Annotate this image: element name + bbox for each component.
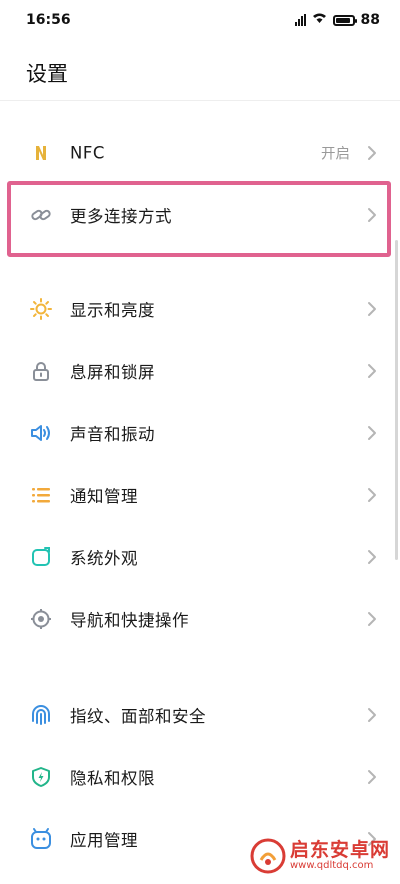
settings-item-label: NFC (70, 143, 105, 163)
settings-item-privacy-permissions[interactable]: 隐私和权限 (0, 746, 400, 808)
settings-item-label: 指纹、面部和安全 (70, 707, 206, 726)
speaker-icon (28, 420, 54, 446)
watermark-logo-icon (250, 838, 286, 874)
shield-icon (28, 764, 54, 790)
chevron-right-icon (366, 610, 378, 628)
settings-item-value: 开启 (321, 146, 350, 163)
settings-item-navigation-shortcuts[interactable]: 导航和快捷操作 (0, 588, 400, 650)
highlight-box (7, 181, 391, 257)
chevron-right-icon (366, 548, 378, 566)
settings-item-label: 系统外观 (70, 549, 138, 568)
chevron-right-icon (366, 144, 378, 162)
settings-item-label: 应用管理 (70, 831, 138, 850)
chevron-right-icon (366, 424, 378, 442)
sun-icon (28, 296, 54, 322)
status-time: 16:56 (26, 12, 71, 28)
navigation-icon (28, 606, 54, 632)
battery-level: 88 (360, 12, 380, 28)
settings-item-fingerprint-face-security[interactable]: 指纹、面部和安全 (0, 684, 400, 746)
lock-icon (28, 358, 54, 384)
settings-item-screen-off-lock[interactable]: 息屏和锁屏 (0, 340, 400, 402)
cellular-signal-icon (294, 14, 306, 26)
settings-item-display-brightness[interactable]: 显示和亮度 (0, 278, 400, 340)
settings-item-system-appearance[interactable]: 系统外观 (0, 526, 400, 588)
scrollbar[interactable] (395, 240, 398, 560)
settings-item-label: 息屏和锁屏 (70, 363, 155, 382)
watermark-url: www.qdltdq.com (289, 859, 374, 871)
fingerprint-icon (28, 702, 54, 728)
settings-item-label: 显示和亮度 (70, 301, 155, 320)
nfc-icon (28, 140, 54, 166)
watermark: 启东安卓网 www.qdltdq.com (250, 838, 390, 874)
settings-item-label: 隐私和权限 (70, 769, 155, 788)
battery-icon (332, 14, 357, 26)
settings-item-sound-vibration[interactable]: 声音和振动 (0, 402, 400, 464)
chevron-right-icon (366, 706, 378, 724)
settings-item-nfc[interactable]: NFC 开启 (0, 122, 400, 184)
settings-item-label: 导航和快捷操作 (70, 611, 189, 630)
page-title: 设置 (26, 62, 68, 86)
wifi-icon (312, 12, 327, 28)
settings-item-label: 通知管理 (70, 487, 138, 506)
status-icons: 88 (294, 12, 380, 28)
chevron-right-icon (366, 768, 378, 786)
app-icon (28, 826, 54, 852)
settings-item-notifications[interactable]: 通知管理 (0, 464, 400, 526)
settings-item-label: 声音和振动 (70, 425, 155, 444)
status-bar: 16:56 88 (0, 0, 400, 40)
header-divider (0, 100, 400, 101)
chevron-right-icon (366, 486, 378, 504)
chevron-right-icon (366, 300, 378, 318)
watermark-title: 启东安卓网 (289, 838, 390, 861)
list-icon (28, 482, 54, 508)
appearance-icon (28, 544, 54, 570)
chevron-right-icon (366, 362, 378, 380)
